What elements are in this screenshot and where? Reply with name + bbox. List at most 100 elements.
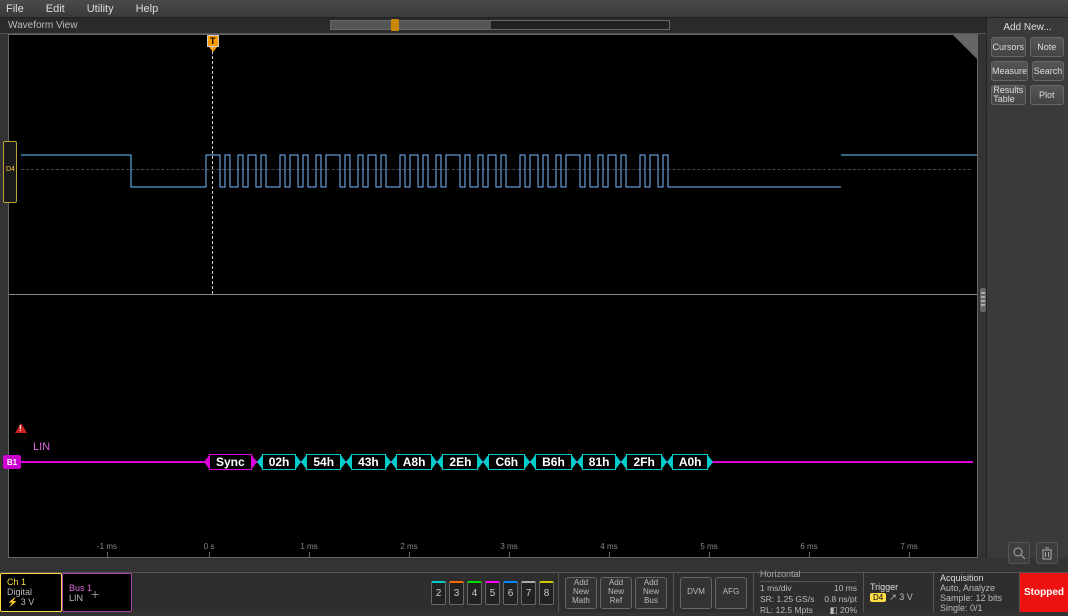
horiz-resolution: 0.8 ns/pt [824, 594, 857, 605]
overview-thumb[interactable] [331, 21, 491, 29]
horiz-scale: 1 ms/div [760, 583, 792, 594]
trigger-position-marker[interactable]: T [207, 35, 219, 52]
menu-file[interactable]: File [6, 3, 24, 15]
bus-1-badge[interactable]: Bus 1 LIN + [62, 573, 132, 612]
plot-upper-pane[interactable]: T D4 [9, 35, 977, 295]
trigger-title: Trigger [870, 582, 927, 592]
time-tick: 4 ms [600, 542, 617, 551]
time-tick: 3 ms [500, 542, 517, 551]
plot-button[interactable]: Plot [1030, 85, 1065, 105]
dvm-button[interactable]: DVM [680, 577, 712, 609]
bus-frame-value: A0h [672, 454, 709, 470]
afg-button[interactable]: AFG [715, 577, 747, 609]
add-ref-button[interactable]: Add New Ref [600, 577, 632, 609]
warning-icon [15, 423, 27, 433]
digital-waveform-row [21, 147, 971, 193]
add-buttons-group: Add New Math Add New Ref Add New Bus [559, 573, 674, 612]
results-table-button[interactable]: Results Table [991, 85, 1026, 105]
horizontal-title: Horizontal [760, 569, 857, 582]
channel-6-button[interactable]: 6 [503, 581, 518, 605]
cursors-button[interactable]: Cursors [991, 37, 1026, 57]
digital-channel-label: D4 [6, 166, 15, 173]
run-stop-status[interactable]: Stopped [1020, 573, 1068, 612]
time-axis: -1 ms0 s1 ms2 ms3 ms4 ms5 ms6 ms7 ms [9, 539, 977, 557]
pane-splitter-handle[interactable] [980, 288, 986, 312]
menu-utility[interactable]: Utility [87, 3, 114, 15]
bus-frame-value: 2Eh [442, 454, 478, 470]
bus-frame-value: 81h [582, 454, 617, 470]
bus-badge[interactable]: B1 [3, 455, 21, 469]
plot-lower-pane[interactable]: LIN B1 Sync02h54h43hA8h2EhC6hB6h81h2FhA0… [9, 295, 977, 559]
menu-edit[interactable]: Edit [46, 3, 65, 15]
bus-frame[interactable]: A8h [396, 454, 433, 470]
bus-frame-value: B6h [535, 454, 572, 470]
bus-frame-value: Sync [209, 454, 252, 470]
bus-frame-value: 54h [306, 454, 341, 470]
ch1-title: Ch 1 [7, 577, 55, 587]
channel-1-badge[interactable]: Ch 1 Digital ⚡ 3 V [0, 573, 62, 612]
bus-frame[interactable]: B6h [535, 454, 572, 470]
bus-frame[interactable]: 2Fh [626, 454, 661, 470]
bus-frame[interactable]: 43h [351, 454, 386, 470]
bus-frame[interactable]: Sync [209, 454, 252, 470]
menu-help[interactable]: Help [136, 3, 159, 15]
bus1-expand-icon[interactable]: + [91, 586, 99, 602]
menu-bar: File Edit Utility Help [0, 0, 1068, 18]
overview-scrollbar[interactable] [330, 20, 670, 30]
add-math-button[interactable]: Add New Math [565, 577, 597, 609]
acq-single: Single: 0/1 [940, 603, 1013, 613]
bus-frame[interactable]: 81h [582, 454, 617, 470]
ch1-type: Digital [7, 587, 55, 597]
trigger-level: ↗ 3 V [889, 592, 913, 602]
overview-trigger-handle[interactable] [391, 19, 399, 31]
channel-2-button[interactable]: 2 [431, 581, 446, 605]
trigger-source-badge: D4 [870, 593, 886, 602]
horiz-duration: 10 ms [834, 583, 857, 594]
acq-sample-bits: Sample: 12 bits [940, 593, 1013, 603]
bus-decode-track: Sync 02h 54h 43h A8h 2Eh C6h B6h 81h 2Fh A0h [209, 453, 708, 471]
bus-frame[interactable]: A0h [672, 454, 709, 470]
right-tool-panel: Add New... Cursors Note Measure Search R… [986, 18, 1068, 558]
bus-frame-value: C6h [488, 454, 525, 470]
bus-frame-value: 02h [262, 454, 297, 470]
measure-button[interactable]: Measure [991, 61, 1028, 81]
acquisition-readout[interactable]: Acquisition Auto, Analyze Sample: 12 bit… [934, 573, 1020, 612]
bus-protocol-label: LIN [33, 441, 50, 453]
waveform-view-tab[interactable]: Waveform View [8, 20, 77, 31]
horiz-record-length: RL: 12.5 Mpts [760, 605, 813, 616]
trigger-readout[interactable]: Trigger D4↗ 3 V [864, 573, 934, 612]
bus-frame[interactable]: 2Eh [442, 454, 478, 470]
acq-title: Acquisition [940, 573, 1013, 583]
add-bus-button[interactable]: Add New Bus [635, 577, 667, 609]
channel-5-button[interactable]: 5 [485, 581, 500, 605]
waveform-plot[interactable]: T D4 LIN B1 Sync02h54h43hA8h2EhC6hB6h81h… [8, 34, 978, 558]
acq-mode: Auto, Analyze [940, 583, 1013, 593]
horizontal-readout[interactable]: Horizontal 1 ms/div10 ms SR: 1.25 GS/s0.… [754, 573, 864, 612]
time-tick: -1 ms [97, 542, 117, 551]
inactive-channels-group: 2345678 [427, 573, 559, 612]
bus-frame[interactable]: 54h [306, 454, 341, 470]
channel-4-button[interactable]: 4 [467, 581, 482, 605]
search-button[interactable]: Search [1032, 61, 1064, 81]
bus-frame[interactable]: 02h [262, 454, 297, 470]
channel-3-button[interactable]: 3 [449, 581, 464, 605]
time-tick: 7 ms [900, 542, 917, 551]
time-tick: 6 ms [800, 542, 817, 551]
channel-8-button[interactable]: 8 [539, 581, 554, 605]
ch1-threshold: ⚡ 3 V [7, 597, 55, 608]
time-tick: 1 ms [300, 542, 317, 551]
bus-frame[interactable]: C6h [488, 454, 525, 470]
bus-frame-value: 43h [351, 454, 386, 470]
trash-icon[interactable] [1036, 542, 1058, 564]
dvm-afg-group: DVM AFG [674, 573, 754, 612]
note-button[interactable]: Note [1030, 37, 1065, 57]
bottom-status-bar: Ch 1 Digital ⚡ 3 V Bus 1 LIN + 2345678 A… [0, 572, 1068, 612]
time-tick: 2 ms [400, 542, 417, 551]
bus-frame-value: A8h [396, 454, 433, 470]
bus-frame-value: 2Fh [626, 454, 661, 470]
digital-waveform-svg [21, 147, 977, 193]
digital-channel-badge[interactable]: D4 [3, 141, 17, 203]
zoom-icon[interactable] [1008, 542, 1030, 564]
channel-7-button[interactable]: 7 [521, 581, 536, 605]
add-new-header: Add New... [991, 22, 1064, 33]
